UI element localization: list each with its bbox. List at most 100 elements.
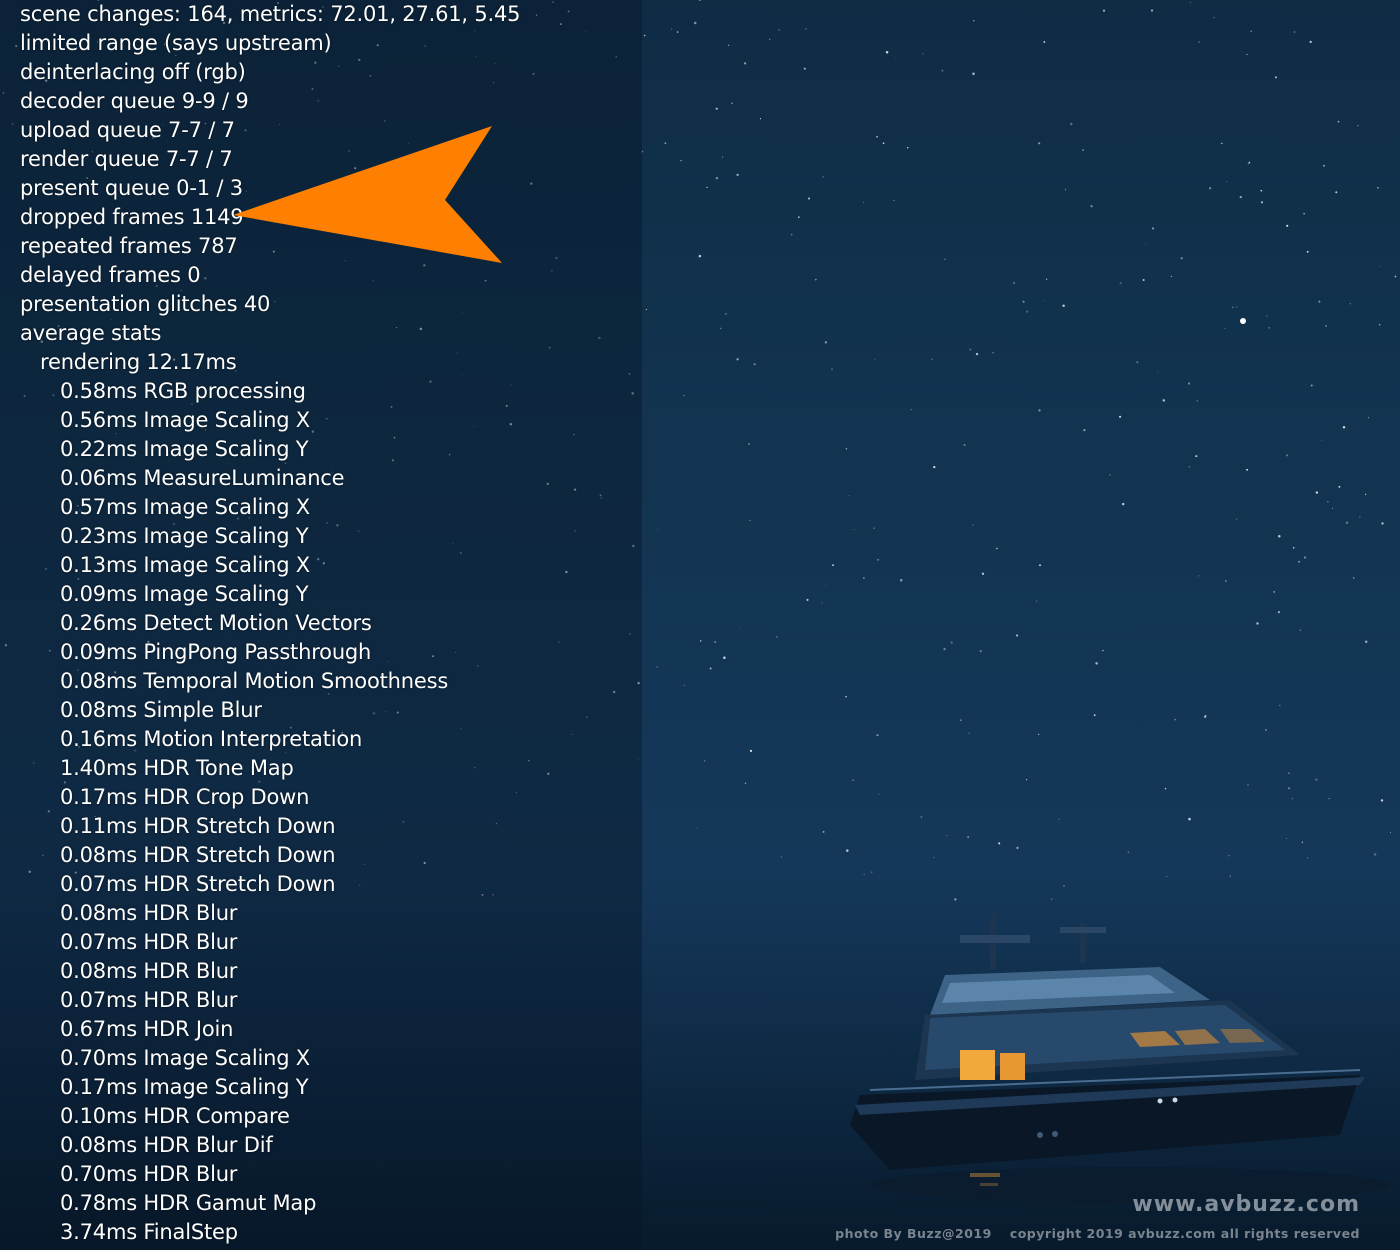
arrow-pointer-icon bbox=[233, 126, 502, 263]
star bbox=[825, 585, 827, 587]
star bbox=[1335, 191, 1338, 194]
star bbox=[1188, 465, 1191, 468]
star bbox=[960, 719, 962, 721]
star bbox=[1345, 521, 1349, 525]
watermark-photo-credit: photo By Buzz@2019 bbox=[835, 1226, 992, 1241]
star bbox=[1038, 409, 1041, 412]
yacht-image bbox=[850, 915, 1390, 1203]
star bbox=[979, 649, 982, 653]
star bbox=[910, 408, 912, 411]
render-step: 0.09ms PingPong Passthrough bbox=[60, 640, 372, 664]
star bbox=[715, 107, 718, 110]
render-step: 0.70ms Image Scaling X bbox=[60, 1046, 310, 1070]
star bbox=[1357, 125, 1359, 127]
star bbox=[846, 849, 849, 852]
stat-scene-changes: scene changes: 164, metrics: 72.01, 27.6… bbox=[20, 2, 521, 26]
star bbox=[853, 529, 855, 531]
star bbox=[1162, 399, 1166, 402]
star bbox=[1246, 468, 1249, 471]
star bbox=[803, 67, 806, 70]
star bbox=[1145, 242, 1147, 244]
star bbox=[698, 254, 702, 258]
star bbox=[805, 27, 807, 30]
star bbox=[1013, 282, 1015, 284]
star bbox=[1260, 201, 1264, 204]
star bbox=[780, 856, 783, 858]
star bbox=[683, 394, 685, 396]
star bbox=[972, 72, 975, 76]
star bbox=[1279, 704, 1281, 707]
star bbox=[1102, 9, 1106, 12]
star bbox=[1303, 556, 1307, 559]
star bbox=[683, 684, 686, 687]
star bbox=[1220, 142, 1223, 145]
star bbox=[876, 135, 879, 138]
star bbox=[1109, 473, 1111, 476]
star bbox=[797, 216, 800, 219]
render-step: 0.13ms Image Scaling X bbox=[60, 553, 310, 577]
star bbox=[1188, 817, 1191, 821]
star bbox=[1016, 846, 1019, 850]
star bbox=[922, 53, 924, 55]
star bbox=[1349, 303, 1351, 305]
star bbox=[698, 0, 701, 2]
star bbox=[808, 197, 810, 200]
star bbox=[1342, 426, 1346, 429]
star bbox=[1170, 275, 1172, 277]
star bbox=[1315, 778, 1318, 781]
star bbox=[1321, 439, 1323, 441]
video-frame: scene changes: 164, metrics: 72.01, 27.6… bbox=[0, 0, 1400, 1250]
star bbox=[1015, 634, 1019, 637]
star bbox=[1285, 837, 1287, 839]
star bbox=[664, 142, 667, 145]
render-step: 1.40ms HDR Tone Map bbox=[60, 756, 294, 780]
star bbox=[1389, 832, 1391, 834]
star bbox=[753, 363, 756, 366]
render-step: 0.22ms Image Scaling Y bbox=[60, 437, 309, 461]
star bbox=[1038, 142, 1041, 145]
render-step: 0.58ms RGB processing bbox=[60, 379, 306, 403]
bright-star bbox=[1240, 318, 1246, 324]
star bbox=[1064, 189, 1067, 191]
render-step: 0.08ms HDR Blur Dif bbox=[60, 1133, 273, 1157]
render-step: 0.17ms Image Scaling Y bbox=[60, 1075, 309, 1099]
star bbox=[968, 732, 970, 734]
star bbox=[1248, 161, 1251, 164]
star bbox=[1352, 576, 1355, 579]
star bbox=[790, 233, 793, 236]
star bbox=[1260, 189, 1263, 192]
star bbox=[1379, 266, 1381, 268]
render-step: 0.07ms HDR Blur bbox=[60, 988, 238, 1012]
star bbox=[821, 602, 823, 604]
render-step: 0.67ms HDR Join bbox=[60, 1017, 234, 1041]
star bbox=[863, 873, 865, 875]
star bbox=[1291, 797, 1294, 800]
star bbox=[863, 577, 865, 579]
star bbox=[1102, 649, 1104, 652]
star bbox=[1208, 186, 1212, 190]
render-step: 0.11ms HDR Stretch Down bbox=[60, 814, 336, 838]
star bbox=[1226, 180, 1228, 182]
star bbox=[1070, 122, 1073, 126]
star bbox=[1174, 719, 1176, 721]
star bbox=[1026, 310, 1029, 313]
render-step: 0.57ms Image Scaling X bbox=[60, 495, 310, 519]
star bbox=[1265, 315, 1268, 317]
star bbox=[1299, 629, 1302, 632]
star bbox=[778, 29, 780, 31]
render-step: 0.09ms Image Scaling Y bbox=[60, 582, 309, 606]
star bbox=[1062, 304, 1065, 307]
star bbox=[1095, 662, 1098, 665]
star bbox=[1050, 898, 1053, 900]
star bbox=[719, 327, 722, 330]
star bbox=[1195, 455, 1198, 458]
star bbox=[1287, 787, 1291, 790]
star bbox=[1063, 885, 1065, 887]
star bbox=[1250, 30, 1252, 33]
star bbox=[1338, 485, 1341, 488]
star bbox=[1293, 31, 1296, 33]
render-step: 0.08ms HDR Stretch Down bbox=[60, 843, 336, 867]
star bbox=[704, 760, 706, 762]
star bbox=[1039, 564, 1041, 567]
star bbox=[806, 598, 809, 601]
